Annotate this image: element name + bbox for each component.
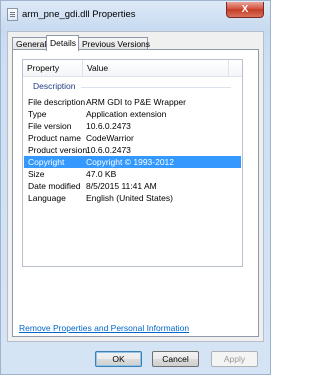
property-name: Date modified [28, 181, 81, 191]
property-value: 10.6.0.2473 [86, 145, 131, 155]
property-name: Size [28, 169, 45, 179]
table-row[interactable]: Product version 10.6.0.2473 [24, 144, 241, 156]
column-divider[interactable] [82, 60, 83, 76]
property-name: Copyright [28, 157, 65, 167]
column-value[interactable]: Value [87, 63, 108, 73]
close-button[interactable]: X [226, 2, 264, 18]
list-header: Property Value [23, 60, 242, 77]
table-row[interactable]: File description ARM GDI to P&E Wrapper [24, 96, 241, 108]
dialog-panel: General Details Previous Versions Proper… [7, 31, 264, 342]
details-list[interactable]: Property Value Description File descript… [22, 59, 243, 267]
property-name: Language [28, 193, 66, 203]
property-value: 8/5/2015 11:41 AM [86, 181, 157, 191]
dll-file-icon [7, 8, 18, 21]
group-divider [81, 87, 231, 88]
column-divider[interactable] [228, 60, 229, 76]
table-row[interactable]: Language English (United States) [24, 192, 241, 204]
group-description: Description [33, 81, 76, 91]
properties-dialog: arm_pne_gdi.dll Properties X General Det… [0, 0, 271, 375]
apply-button[interactable]: Apply [211, 351, 258, 367]
window-title: arm_pne_gdi.dll Properties [22, 9, 136, 20]
property-value: English (United States) [86, 193, 173, 203]
cancel-button[interactable]: Cancel [152, 351, 199, 367]
title-bar[interactable]: arm_pne_gdi.dll Properties X [1, 1, 270, 29]
table-row[interactable]: Product name CodeWarrior [24, 132, 241, 144]
remove-properties-link[interactable]: Remove Properties and Personal Informati… [19, 323, 189, 333]
details-tab-body: Property Value Description File descript… [12, 49, 259, 337]
ok-button[interactable]: OK [95, 351, 142, 367]
property-value: 47.0 KB [86, 169, 117, 179]
close-icon: X [241, 4, 249, 15]
table-row[interactable]: Size 47.0 KB [24, 168, 241, 180]
property-name: Type [28, 109, 47, 119]
property-value: CodeWarrior [86, 133, 134, 143]
table-row[interactable]: Date modified 8/5/2015 11:41 AM [24, 180, 241, 192]
property-name: Product name [28, 133, 81, 143]
property-name: Product version [28, 145, 88, 155]
column-property[interactable]: Property [27, 63, 59, 73]
property-value: ARM GDI to P&E Wrapper [86, 97, 186, 107]
table-row[interactable]: File version 10.6.0.2473 [24, 120, 241, 132]
property-value: 10.6.0.2473 [86, 121, 131, 131]
tab-details[interactable]: Details [46, 35, 79, 51]
property-value: Application extension [86, 109, 167, 119]
property-value: Copyright © 1993-2012 [86, 157, 175, 167]
table-row-selected[interactable]: Copyright Copyright © 1993-2012 [24, 156, 241, 168]
property-name: File version [28, 121, 72, 131]
property-name: File description [28, 97, 86, 107]
table-row[interactable]: Type Application extension [24, 108, 241, 120]
